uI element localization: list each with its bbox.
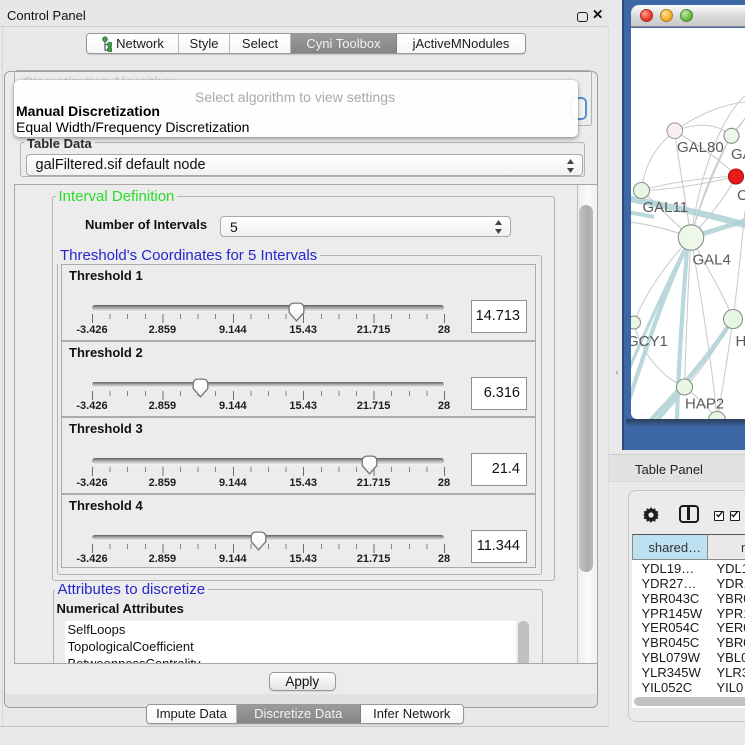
- svg-text:GCY1: GCY1: [631, 333, 668, 350]
- svg-text:GAL11: GAL11: [643, 199, 689, 216]
- svg-text:GAL4: GAL4: [693, 251, 731, 268]
- svg-text:HAP2: HAP2: [685, 395, 724, 412]
- svg-text:GAL80: GAL80: [677, 139, 724, 156]
- svg-text:GA: GA: [731, 146, 745, 163]
- svg-text:H: H: [736, 333, 745, 350]
- svg-text:C: C: [737, 187, 745, 204]
